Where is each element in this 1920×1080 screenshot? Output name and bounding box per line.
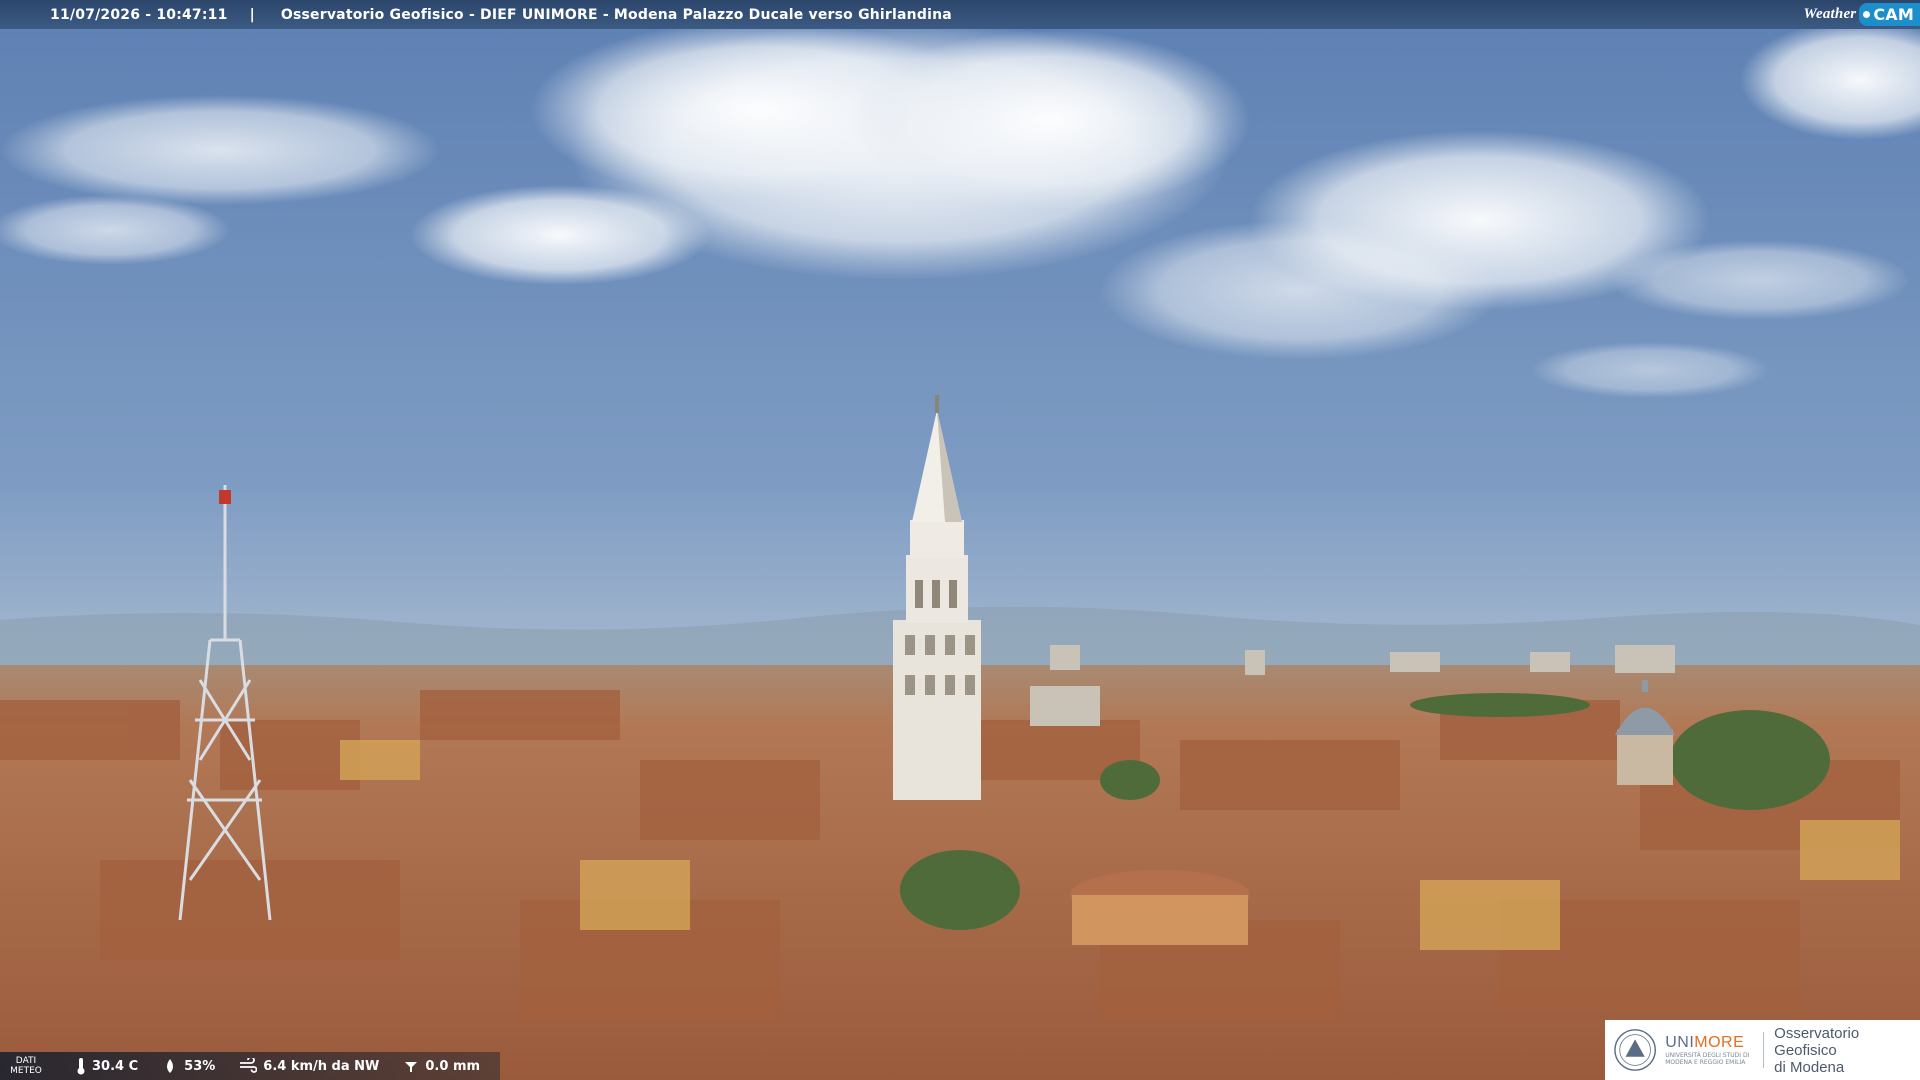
- wind-value: 6.4 km/h da NW: [263, 1058, 380, 1074]
- webcam-scene: [0, 0, 1920, 1080]
- observatory-name-line2: di Modena: [1774, 1058, 1845, 1076]
- camera-title: Osservatorio Geofisico - DIEF UNIMORE - …: [280, 6, 952, 23]
- wind-icon: [240, 1058, 258, 1073]
- thermometer-icon: [77, 1058, 85, 1075]
- separator: |: [249, 6, 255, 23]
- humidity-reading: 53%: [162, 1058, 215, 1074]
- timestamp: 11/07/2026 - 10:47:11: [50, 6, 228, 23]
- rain-reading: 0.0 mm: [403, 1058, 480, 1074]
- weathercam-logo-cam: CAM: [1859, 3, 1920, 26]
- humidity-drop-icon: [167, 1059, 174, 1073]
- rain-gauge-icon: [405, 1062, 418, 1072]
- unimore-suffix: MORE: [1694, 1034, 1745, 1051]
- weathercam-logo: Weather CAM: [1804, 0, 1920, 29]
- temperature-value: 30.4 C: [92, 1058, 139, 1074]
- unimore-wordmark: UNIMORE UNIVERSITÀ DEGLI STUDI DI MODENA…: [1665, 1034, 1753, 1066]
- dati-label: DATI: [15, 1056, 37, 1066]
- temperature-reading: 30.4 C: [76, 1057, 138, 1075]
- camera-dot-icon: [1863, 11, 1871, 18]
- logo-divider: [1763, 1032, 1765, 1068]
- observatory-logo: UNIMORE UNIVERSITÀ DEGLI STUDI DI MODENA…: [1605, 1020, 1920, 1080]
- humidity-value: 53%: [184, 1058, 216, 1074]
- weather-data-bar: DATI METEO 30.4 C 53% 6.4 km/h da NW 0.0…: [0, 1052, 500, 1080]
- info-bar: 11/07/2026 - 10:47:11 | Osservatorio Geo…: [0, 0, 1920, 29]
- unimore-name: UNIMORE: [1665, 1034, 1753, 1052]
- unimore-subtitle: UNIVERSITÀ DEGLI STUDI DI MODENA E REGGI…: [1665, 1052, 1750, 1066]
- observatory-name: Osservatorio Geofisico di Modena: [1774, 1025, 1920, 1076]
- meteo-label: METEO: [10, 1066, 42, 1076]
- wind-reading: 6.4 km/h da NW: [239, 1058, 379, 1074]
- weathercam-logo-weather: Weather: [1803, 6, 1857, 22]
- unimore-prefix: UNI: [1665, 1034, 1695, 1051]
- unimore-emblem-icon: [1614, 1029, 1657, 1071]
- dati-meteo-label: DATI METEO: [0, 1056, 52, 1076]
- rain-value: 0.0 mm: [425, 1058, 481, 1074]
- weathercam-logo-cam-text: CAM: [1873, 5, 1914, 24]
- observatory-name-line1: Osservatorio Geofisico: [1774, 1024, 1860, 1059]
